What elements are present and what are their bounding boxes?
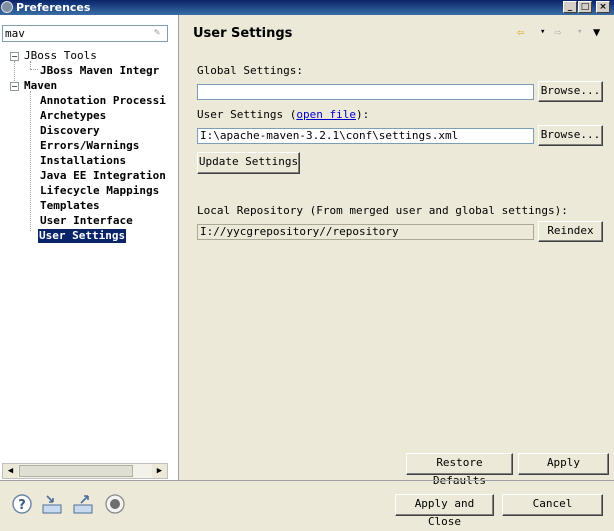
tree-item-templates[interactable]: Templates — [40, 199, 100, 213]
tree-item-discovery[interactable]: Discovery — [40, 124, 100, 138]
minimize-button[interactable]: _ — [563, 1, 577, 13]
preference-tree: − JBoss Tools JBoss Maven Integr − Maven… — [0, 49, 177, 469]
reindex-button[interactable]: Reindex — [538, 221, 603, 242]
tree-line — [30, 69, 38, 70]
window-title: Preferences — [16, 1, 91, 14]
global-settings-field[interactable] — [197, 84, 534, 100]
forward-menu-icon[interactable]: ▾ — [577, 24, 582, 40]
export-icon[interactable] — [72, 493, 94, 515]
app-icon — [1, 1, 13, 13]
forward-icon[interactable]: ⇨ — [554, 24, 561, 40]
browse-user-button[interactable]: Browse... — [538, 125, 603, 146]
collapse-icon[interactable]: − — [10, 82, 19, 91]
browse-global-button[interactable]: Browse... — [538, 81, 603, 102]
help-icon[interactable]: ? — [11, 493, 33, 515]
open-file-link[interactable]: open file — [296, 108, 356, 121]
tree-item-user-interface[interactable]: User Interface — [40, 214, 133, 228]
svg-text:?: ? — [18, 498, 26, 513]
tree-line — [30, 91, 31, 231]
tree-item-jboss-tools[interactable]: JBoss Tools — [24, 49, 97, 63]
global-settings-label: Global Settings: — [197, 64, 303, 77]
update-settings-button[interactable]: Update Settings — [197, 152, 300, 174]
scroll-left-icon[interactable]: ◀ — [3, 464, 18, 478]
filter-input[interactable] — [3, 26, 147, 41]
title-bar: Preferences _ □ × — [0, 0, 614, 15]
page-title: User Settings — [193, 26, 293, 41]
cancel-button[interactable]: Cancel — [502, 494, 603, 516]
back-icon[interactable]: ⇦ — [517, 24, 524, 40]
preference-page: User Settings ⇦ ▾ ⇨ ▾ ▼ Global Settings:… — [180, 15, 614, 487]
tree-item-lifecycle-mappings[interactable]: Lifecycle Mappings — [40, 184, 159, 198]
tree-item-installations[interactable]: Installations — [40, 154, 126, 168]
filter-field[interactable]: ✎ — [2, 25, 168, 42]
tree-horizontal-scrollbar[interactable]: ◀ ▶ — [2, 463, 168, 479]
user-settings-label-end: ): — [355, 108, 370, 121]
dialog-button-bar: ? Apply and Close Cancel — [0, 480, 614, 528]
user-settings-label-start: User Settings ( — [197, 108, 297, 121]
scroll-right-icon[interactable]: ▶ — [152, 464, 167, 478]
maximize-button[interactable]: □ — [578, 1, 592, 13]
record-icon[interactable] — [104, 493, 126, 515]
tree-item-jboss-maven-integration[interactable]: JBoss Maven Integr — [40, 64, 159, 78]
apply-button[interactable]: Apply — [518, 453, 609, 475]
menu-icon[interactable]: ▼ — [593, 24, 600, 40]
back-menu-icon[interactable]: ▾ — [540, 24, 545, 40]
clear-filter-icon[interactable]: ✎ — [154, 28, 164, 38]
tree-item-user-settings[interactable]: User Settings — [38, 229, 127, 243]
restore-defaults-button[interactable]: Restore Defaults — [406, 453, 513, 487]
tree-item-archetypes[interactable]: Archetypes — [40, 109, 106, 123]
import-icon[interactable] — [41, 493, 63, 515]
tree-item-maven[interactable]: Maven — [24, 79, 57, 93]
local-repository-field: I://yycgrepository//repository — [197, 224, 534, 240]
user-settings-field[interactable]: I:\apache-maven-3.2.1\conf\settings.xml — [197, 128, 534, 144]
tree-item-errors-warnings[interactable]: Errors/Warnings — [40, 139, 139, 153]
collapse-icon[interactable]: − — [10, 52, 19, 61]
scroll-thumb[interactable] — [19, 465, 133, 477]
tree-item-java-ee-integration[interactable]: Java EE Integration — [40, 169, 166, 183]
close-button[interactable]: × — [596, 1, 610, 13]
apply-and-close-button[interactable]: Apply and Close — [395, 494, 494, 528]
user-settings-label: User Settings (open file): — [197, 108, 369, 121]
preference-tree-panel: ✎ − JBoss Tools JBoss Maven Integr − Mav… — [0, 15, 179, 480]
tree-item-annotation-processing[interactable]: Annotation Processi — [40, 94, 166, 108]
local-repository-label: Local Repository (From merged user and g… — [197, 204, 568, 217]
